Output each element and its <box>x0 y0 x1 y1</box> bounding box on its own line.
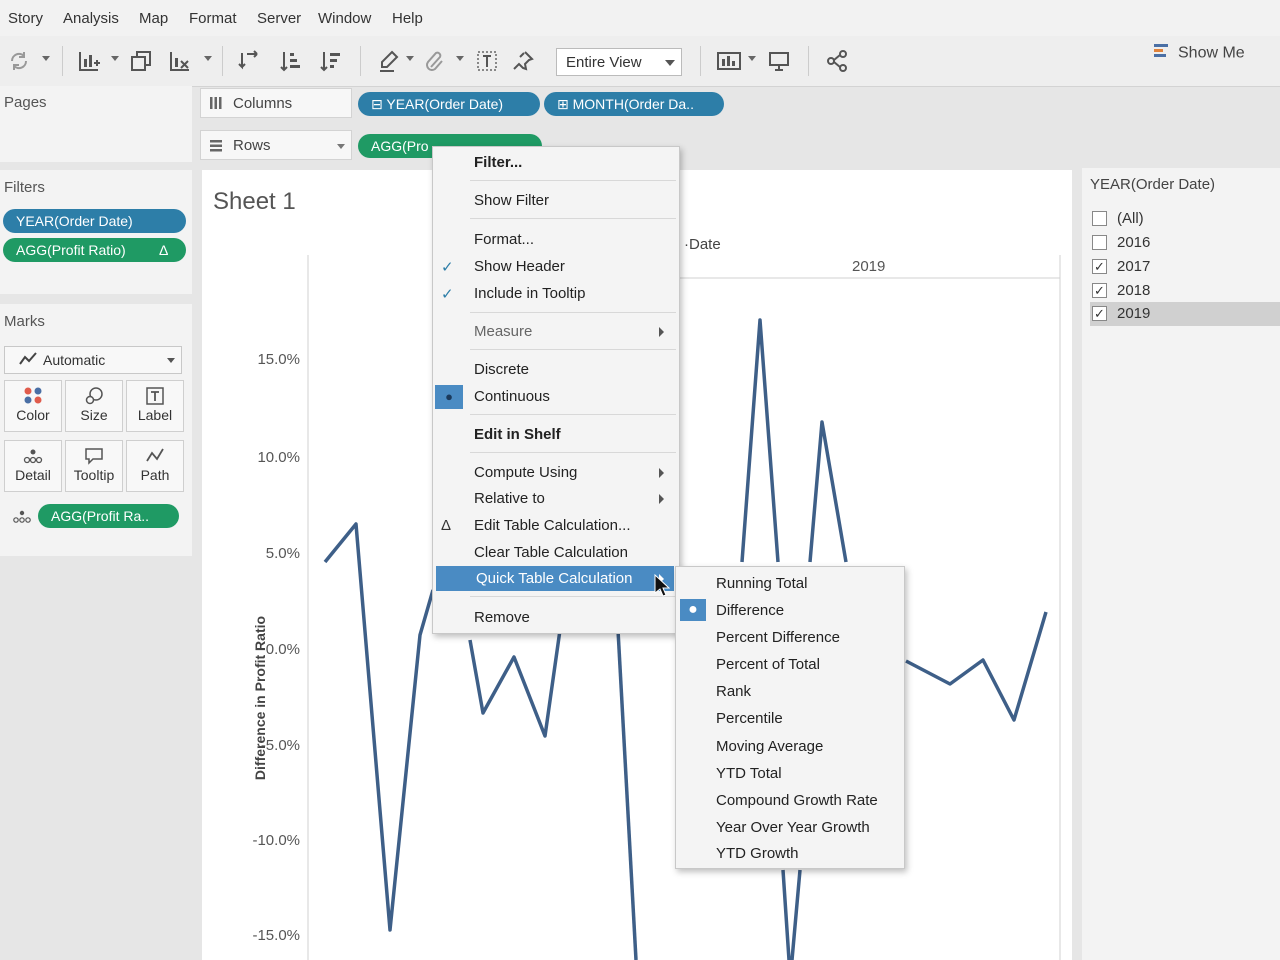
menu-item-label: Compute Using <box>474 464 578 481</box>
submenu-item-label: YTD Growth <box>716 845 799 862</box>
menu-separator <box>470 414 676 415</box>
profit-ratio-line-peak2 <box>808 420 848 563</box>
menu-item-format[interactable]: Format... <box>432 227 678 252</box>
filter-option-all[interactable]: (All) <box>1090 208 1280 230</box>
submenu-item-year-over-year-growth[interactable]: Year Over Year Growth <box>676 814 904 839</box>
submenu-item-label: Difference <box>716 602 785 619</box>
menu-item-label: Edit Table Calculation... <box>474 517 631 534</box>
filter-option-2019[interactable]: ✓ 2019 <box>1090 302 1280 326</box>
profit-ratio-line-low <box>781 869 802 960</box>
menu-item-show-header[interactable]: ✓ Show Header <box>432 254 678 279</box>
submenu-item-running-total[interactable]: Running Total <box>676 570 904 595</box>
submenu-arrow-icon <box>659 327 664 337</box>
menu-item-filter[interactable]: Filter... <box>432 150 678 175</box>
submenu-item-percent-difference[interactable]: Percent Difference <box>676 624 904 649</box>
menu-separator <box>470 452 676 453</box>
submenu-item-percentile[interactable]: Percentile <box>676 705 904 730</box>
menu-separator <box>470 596 676 597</box>
menu-item-relative-to[interactable]: Relative to <box>432 486 678 511</box>
menu-separator <box>470 180 676 181</box>
menu-item-label: Relative to <box>474 490 545 507</box>
profit-ratio-line-drop <box>616 629 638 960</box>
menu-item-discrete[interactable]: Discrete <box>432 357 678 382</box>
submenu-item-label: Percent of Total <box>716 656 820 673</box>
submenu-item-percent-of-total[interactable]: Percent of Total <box>676 651 904 676</box>
menu-item-edit-in-shelf[interactable]: Edit in Shelf <box>432 422 678 447</box>
checkbox-checked[interactable]: ✓ <box>1092 259 1107 274</box>
menu-item-clear-table-calculation[interactable]: Clear Table Calculation <box>432 540 678 565</box>
menu-item-measure[interactable]: Measure <box>432 319 678 344</box>
filter-option-2017[interactable]: ✓ 2017 <box>1090 256 1280 278</box>
menu-item-label: Include in Tooltip <box>474 285 586 302</box>
submenu-item-rank[interactable]: Rank <box>676 678 904 703</box>
radio-selected-icon: ● <box>435 385 463 409</box>
filter-option-label: 2018 <box>1117 282 1151 299</box>
filter-option-label: (All) <box>1117 210 1144 227</box>
filter-option-label: 2017 <box>1117 258 1151 275</box>
filter-option-label: 2016 <box>1117 234 1151 251</box>
submenu-item-moving-average[interactable]: Moving Average <box>676 733 904 758</box>
submenu-item-ytd-growth[interactable]: YTD Growth <box>676 840 904 865</box>
submenu-item-label: Rank <box>716 683 752 700</box>
menu-separator <box>470 218 676 219</box>
menu-item-label: Measure <box>474 323 533 340</box>
menu-item-quick-table-calculation[interactable]: Quick Table Calculation <box>436 566 674 591</box>
menu-item-label: Format... <box>474 231 535 248</box>
menu-item-label: Continuous <box>474 388 550 405</box>
checkmark-icon: ✓ <box>441 286 454 303</box>
submenu-item-difference[interactable]: ● Difference <box>676 597 904 622</box>
menu-item-label: Discrete <box>474 361 530 378</box>
submenu-arrow-icon <box>659 494 664 504</box>
submenu-item-label: Percent Difference <box>716 629 840 646</box>
menu-item-label: Show Header <box>474 258 565 275</box>
menu-item-label: Clear Table Calculation <box>474 544 628 561</box>
menu-item-label: Quick Table Calculation <box>476 570 633 587</box>
submenu-item-label: Percentile <box>716 710 783 727</box>
year-filter-title: YEAR(Order Date) <box>1090 176 1216 193</box>
filter-option-2016[interactable]: 2016 <box>1090 232 1280 254</box>
menu-item-continuous[interactable]: ● Continuous <box>432 384 678 409</box>
filter-option-label: 2019 <box>1117 305 1151 322</box>
menu-item-label: Show Filter <box>474 192 550 209</box>
submenu-item-ytd-total[interactable]: YTD Total <box>676 760 904 785</box>
submenu-item-label: Compound Growth Rate <box>716 792 878 809</box>
checkbox-checked[interactable]: ✓ <box>1092 283 1107 298</box>
delta-icon: Δ <box>441 517 452 534</box>
submenu-item-label: Moving Average <box>716 738 824 755</box>
menu-item-label: Edit in Shelf <box>474 426 561 443</box>
submenu-item-label: Running Total <box>716 575 808 592</box>
menu-item-show-filter[interactable]: Show Filter <box>432 188 678 213</box>
profit-ratio-line-right <box>905 611 1048 722</box>
menu-item-include-in-tooltip[interactable]: ✓ Include in Tooltip <box>432 281 678 306</box>
mouse-cursor-icon <box>654 574 670 597</box>
filter-option-2018[interactable]: ✓ 2018 <box>1090 280 1280 302</box>
submenu-item-label: YTD Total <box>716 765 782 782</box>
submenu-item-compound-growth-rate[interactable]: Compound Growth Rate <box>676 787 904 812</box>
menu-item-label: Remove <box>474 609 530 626</box>
menu-item-compute-using[interactable]: Compute Using <box>432 460 678 485</box>
checkbox-checked[interactable]: ✓ <box>1092 306 1107 321</box>
checkmark-icon: ✓ <box>441 259 454 276</box>
submenu-item-label: Year Over Year Growth <box>716 819 870 836</box>
menu-separator <box>470 349 676 350</box>
menu-item-edit-table-calculation[interactable]: Δ Edit Table Calculation... <box>432 513 678 538</box>
profit-ratio-line-mid <box>468 629 562 738</box>
menu-separator <box>470 312 676 313</box>
menu-item-label: Filter... <box>474 154 523 171</box>
menu-item-remove[interactable]: Remove <box>432 605 678 630</box>
checkbox-unchecked[interactable] <box>1092 235 1107 250</box>
submenu-arrow-icon <box>659 468 664 478</box>
radio-selected-icon: ● <box>680 599 706 621</box>
checkbox-unchecked[interactable] <box>1092 211 1107 226</box>
profit-ratio-line-peaks <box>740 318 780 563</box>
profit-ratio-line-left <box>323 522 435 932</box>
